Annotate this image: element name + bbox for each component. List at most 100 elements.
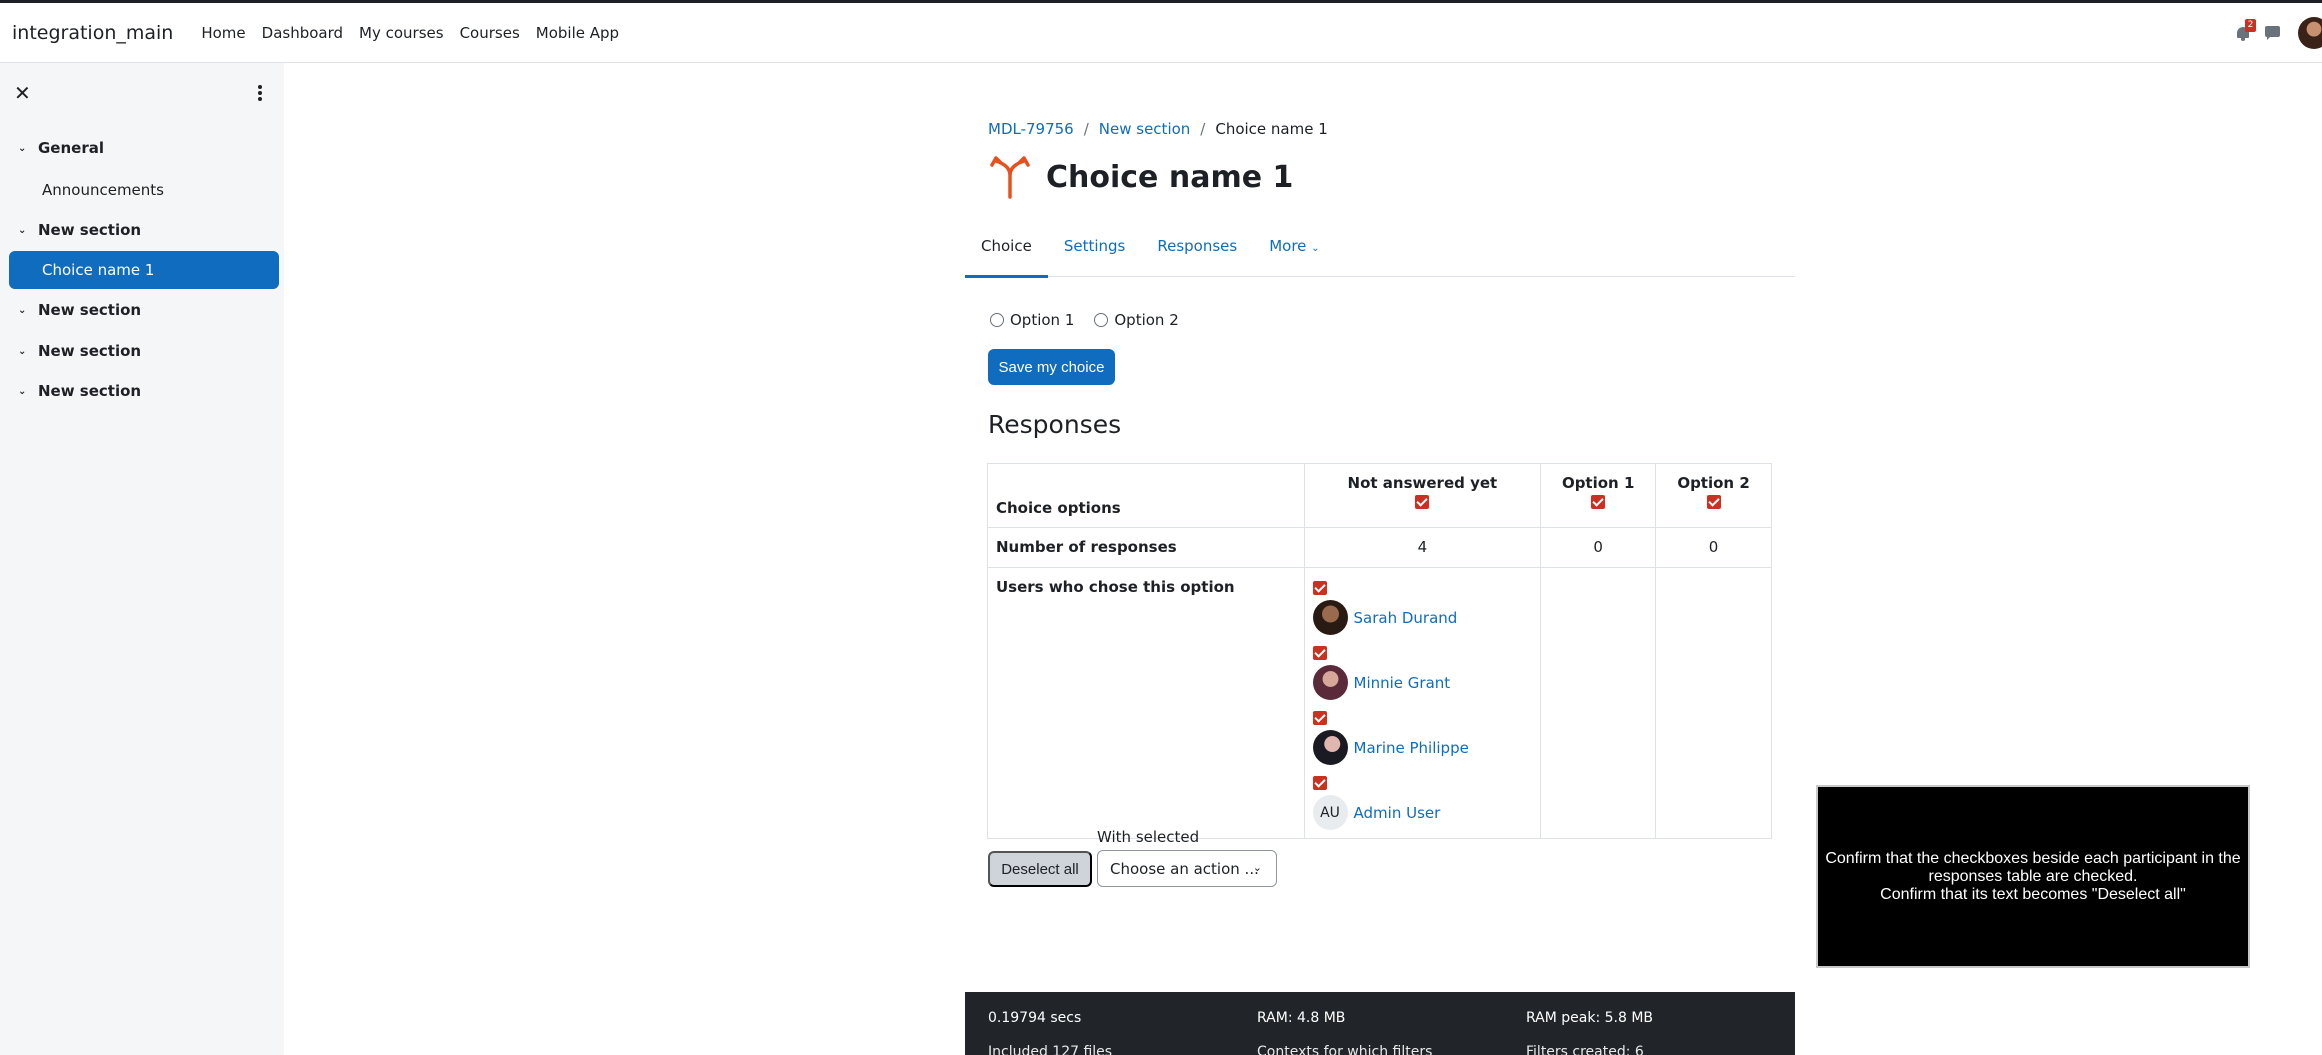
user-avatar[interactable] [2298, 17, 2322, 49]
table-row: Choice options Not answered yet Option 1… [987, 463, 1772, 528]
option-2-label[interactable]: Option 2 [1114, 311, 1178, 329]
section-new-section-3[interactable]: ⌄ New section [18, 342, 141, 360]
responses-heading: Responses [988, 410, 1122, 439]
deselect-all-button[interactable]: Deselect all [988, 851, 1092, 887]
option-1-label[interactable]: Option 1 [1010, 311, 1074, 329]
avatar[interactable] [1312, 600, 1348, 635]
column-header-not-answered: Not answered yet [1303, 463, 1542, 528]
section-label: New section [38, 342, 142, 360]
footer-included-files: Included 127 files [988, 1044, 1113, 1055]
select-column-checkbox[interactable] [1706, 494, 1721, 509]
user-link[interactable]: Minnie Grant [1354, 674, 1451, 692]
notification-bell-icon[interactable]: 2 [2232, 19, 2256, 44]
section-new-section-1[interactable]: ⌄ New section [18, 221, 141, 239]
breadcrumb-separator: / [1083, 120, 1089, 138]
chevron-down-icon[interactable]: ⌄ [18, 225, 30, 236]
page-header: Choice name 1 [990, 155, 1293, 199]
user-menu-area: 2 [2232, 3, 2322, 63]
tab-choice[interactable]: Choice [965, 225, 1048, 278]
chevron-down-icon[interactable]: ⌄ [18, 305, 30, 316]
section-label: General [38, 139, 104, 157]
user-checkbox[interactable] [1312, 710, 1327, 725]
section-label: New section [38, 382, 142, 400]
option-2-radio[interactable] [1094, 313, 1109, 327]
test-instruction-overlay: Confirm that the checkboxes beside each … [1816, 785, 2250, 968]
count-option-1: 0 [1540, 527, 1657, 568]
table-row: Users who chose this option Sarah Durand… [987, 567, 1772, 839]
action-select-value: Choose an action ... [1110, 859, 1259, 878]
column-label: Not answered yet [1347, 474, 1498, 492]
messages-icon[interactable] [2262, 22, 2284, 44]
breadcrumb-separator: / [1200, 120, 1206, 138]
user-entry: Marine Philippe [1312, 730, 1533, 765]
avatar[interactable] [1312, 730, 1348, 765]
user-entry: Sarah Durand [1312, 600, 1533, 635]
page-title: Choice name 1 [1046, 159, 1294, 195]
column-header-option-1: Option 1 [1540, 463, 1657, 528]
row-label-number-of-responses: Number of responses [987, 527, 1305, 568]
drawer-item-announcements[interactable]: Announcements [42, 181, 164, 199]
breadcrumb-course[interactable]: MDL-79756 [988, 120, 1074, 138]
footer-filters: Filters created: 6 [1526, 1044, 1644, 1055]
chevron-down-icon[interactable]: ⌄ [18, 386, 30, 397]
footer-ram: RAM: 4.8 MB [1257, 1010, 1346, 1026]
nav-my-courses[interactable]: My courses [359, 24, 444, 42]
tab-more[interactable]: More ⌄ [1253, 225, 1335, 277]
drawer-item-choice-name-1[interactable]: Choice name 1 [9, 251, 279, 289]
chevron-down-icon: ⌄ [1252, 861, 1262, 874]
section-label: New section [38, 301, 142, 319]
save-choice-button[interactable]: Save my choice [988, 349, 1115, 385]
notification-count-badge: 2 [2245, 19, 2256, 32]
close-drawer-icon[interactable]: ✕ [14, 83, 31, 103]
chevron-down-icon: ⌄ [1311, 243, 1320, 254]
instruction-line-1: Confirm that the checkboxes beside each … [1825, 849, 2241, 885]
responses-table: Choice options Not answered yet Option 1… [987, 463, 1772, 839]
footer-ram-peak: RAM peak: 5.8 MB [1526, 1010, 1654, 1026]
user-link[interactable]: Sarah Durand [1354, 609, 1458, 627]
instruction-line-2: Confirm that its text becomes "Deselect … [1880, 885, 2186, 903]
avatar-initials[interactable]: AU [1312, 795, 1348, 830]
choice-activity-icon [990, 156, 1030, 199]
section-general[interactable]: ⌄ General [18, 139, 104, 157]
user-link[interactable]: Admin User [1354, 804, 1441, 822]
row-label-choice-options: Choice options [987, 463, 1305, 528]
avatar[interactable] [1312, 665, 1348, 700]
tab-responses[interactable]: Responses [1141, 225, 1253, 277]
section-new-section-2[interactable]: ⌄ New section [18, 301, 141, 319]
option-1-radio[interactable] [990, 313, 1004, 327]
course-index-drawer: ✕ ⌄ General Announcements ⌄ New section … [0, 63, 284, 1055]
column-header-option-2: Option 2 [1655, 463, 1772, 528]
chevron-down-icon[interactable]: ⌄ [18, 346, 30, 357]
nav-home[interactable]: Home [201, 24, 245, 42]
kebab-menu-icon[interactable] [258, 85, 262, 101]
nav-dashboard[interactable]: Dashboard [262, 24, 343, 42]
chevron-down-icon[interactable]: ⌄ [18, 143, 30, 154]
nav-mobile-app[interactable]: Mobile App [536, 24, 619, 42]
row-label-users: Users who chose this option [987, 567, 1305, 839]
breadcrumb: MDL-79756 / New section / Choice name 1 [988, 120, 1328, 138]
table-row: Number of responses 4 0 0 [987, 527, 1772, 568]
tab-more-label: More [1269, 237, 1307, 255]
breadcrumb-section[interactable]: New section [1099, 120, 1191, 138]
site-name[interactable]: integration_main [12, 22, 173, 44]
action-select[interactable]: Choose an action ... ⌄ [1097, 850, 1277, 887]
count-option-2: 0 [1655, 527, 1772, 568]
users-not-answered: Sarah Durand Minnie Grant Marine Philipp… [1303, 567, 1542, 839]
user-checkbox[interactable] [1312, 775, 1327, 790]
nav-courses[interactable]: Courses [460, 24, 520, 42]
user-checkbox[interactable] [1312, 580, 1327, 595]
user-link[interactable]: Marine Philippe [1354, 739, 1469, 757]
footer-contexts: Contexts for which filters [1257, 1044, 1433, 1055]
column-label: Option 1 [1561, 474, 1635, 492]
tab-settings[interactable]: Settings [1048, 225, 1142, 277]
select-column-checkbox[interactable] [1591, 494, 1606, 509]
footer-time: 0.19794 secs [988, 1010, 1082, 1026]
users-option-2 [1655, 567, 1772, 839]
user-entry: AU Admin User [1312, 795, 1533, 830]
breadcrumb-current: Choice name 1 [1215, 120, 1328, 138]
section-new-section-4[interactable]: ⌄ New section [18, 382, 141, 400]
user-checkbox[interactable] [1312, 645, 1327, 660]
users-option-1 [1540, 567, 1657, 839]
with-selected-label: With selected [1097, 828, 1200, 846]
select-column-checkbox[interactable] [1415, 494, 1430, 509]
